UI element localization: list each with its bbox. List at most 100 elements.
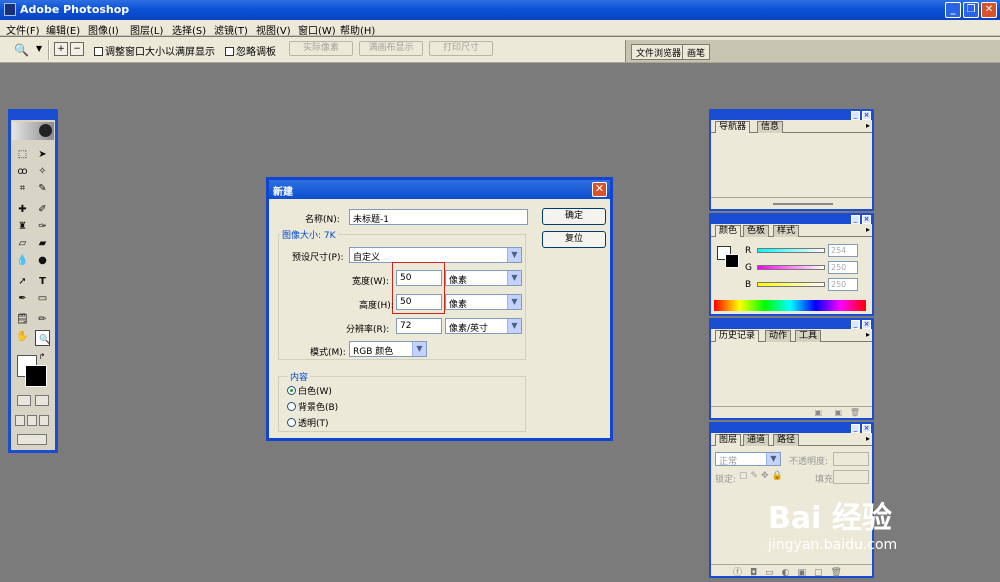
panel-titlebar[interactable]: _ × (711, 215, 872, 224)
shape-tool-icon[interactable]: ▭ (35, 292, 50, 306)
hand-tool-icon[interactable]: ✋ (15, 330, 30, 344)
new-document-icon[interactable]: ▣ (814, 408, 822, 417)
panel-close-icon[interactable]: × (862, 424, 871, 433)
trash-icon[interactable]: 🗑 (850, 408, 860, 417)
menu-select[interactable]: 选择(S) (172, 22, 206, 37)
ignore-palettes-checkbox[interactable]: 忽略调板 (225, 43, 276, 58)
preset-select[interactable]: 自定义 ▼ (349, 247, 522, 263)
menu-image[interactable]: 图像(I) (88, 22, 119, 37)
healing-brush-tool-icon[interactable]: ✚ (15, 203, 30, 217)
tab-tool-presets[interactable]: 工具 (795, 330, 822, 342)
tool-preset-dropdown-icon[interactable]: ▼ (36, 44, 42, 53)
history-brush-tool-icon[interactable]: ✑ (35, 220, 50, 234)
tab-brushes[interactable]: 画笔 (682, 44, 711, 60)
panel-close-icon[interactable]: × (862, 111, 871, 120)
panel-minimize-icon[interactable]: _ (851, 215, 860, 224)
panel-titlebar[interactable]: _ × (711, 424, 872, 433)
resize-windows-checkbox[interactable]: 调整窗口大小以满屏显示 (94, 43, 215, 58)
fit-on-screen-button[interactable]: 满画布显示 (359, 41, 423, 56)
gradient-tool-icon[interactable]: ▰ (35, 237, 50, 251)
standard-screen-icon[interactable] (15, 415, 25, 426)
panel-minimize-icon[interactable]: _ (851, 320, 860, 329)
dialog-titlebar[interactable]: 新建 ✕ (269, 180, 610, 199)
height-input[interactable]: 50 (396, 294, 442, 310)
panel-menu-icon[interactable]: ▸ (866, 330, 870, 339)
color-spectrum-bar[interactable] (714, 300, 866, 311)
channel-r-slider[interactable] (757, 248, 825, 253)
fill-field[interactable] (833, 470, 869, 484)
zoom-tool-icon[interactable]: 🔍 (35, 330, 50, 346)
notes-tool-icon[interactable]: 🗒 (15, 313, 30, 327)
zoom-out-button[interactable]: − (70, 42, 84, 56)
zoom-in-button[interactable]: + (54, 42, 68, 56)
menu-file[interactable]: 文件(F) (6, 22, 40, 37)
menu-edit[interactable]: 编辑(E) (46, 22, 80, 37)
eyedropper-tool-icon[interactable]: ✏ (35, 313, 50, 327)
opacity-field[interactable] (833, 452, 869, 466)
channel-r-value[interactable]: 254 (828, 244, 858, 257)
toolbox-titlebar[interactable] (11, 112, 55, 120)
menu-help[interactable]: 帮助(H) (340, 22, 375, 37)
tab-file-browser[interactable]: 文件浏览器 (631, 44, 687, 60)
menu-view[interactable]: 视图(V) (256, 22, 291, 37)
marquee-tool-icon[interactable]: ⬚ (15, 148, 30, 162)
contents-background-radio[interactable]: 背景色(B) (287, 400, 338, 413)
panel-menu-icon[interactable]: ▸ (866, 225, 870, 234)
eraser-tool-icon[interactable]: ▱ (15, 237, 30, 251)
restore-button[interactable]: ❐ (963, 2, 979, 18)
channel-g-slider[interactable] (757, 265, 825, 270)
tab-styles[interactable]: 样式 (773, 225, 800, 237)
navigator-zoom-slider[interactable] (711, 197, 872, 209)
slice-tool-icon[interactable]: ✎ (35, 182, 50, 196)
tab-paths[interactable]: 路径 (773, 434, 800, 446)
type-tool-icon[interactable]: T (35, 275, 50, 289)
bg-color-swatch[interactable] (725, 254, 739, 268)
panel-close-icon[interactable]: × (862, 215, 871, 224)
new-snapshot-icon[interactable]: ▣ (834, 408, 842, 417)
background-color-swatch[interactable] (25, 365, 47, 387)
dodge-tool-icon[interactable]: ● (35, 254, 50, 268)
tab-layers[interactable]: 图层 (715, 434, 742, 446)
pen-tool-icon[interactable]: ✒ (15, 292, 30, 306)
blur-tool-icon[interactable]: 💧 (15, 254, 30, 268)
panel-minimize-icon[interactable]: _ (851, 424, 860, 433)
channel-g-value[interactable]: 250 (828, 261, 858, 274)
panel-menu-icon[interactable]: ▸ (866, 121, 870, 130)
menu-layer[interactable]: 图层(L) (130, 22, 163, 37)
close-button[interactable]: ✕ (981, 2, 997, 18)
lock-options-icons[interactable]: ▢✎✥🔒 (739, 471, 786, 481)
jump-to-imageready-icon[interactable] (17, 434, 47, 445)
full-screen-menu-icon[interactable] (27, 415, 37, 426)
tab-info[interactable]: 信息 (757, 121, 784, 133)
tab-actions[interactable]: 动作 (765, 330, 792, 342)
tab-navigator[interactable]: 导航器 (715, 121, 751, 133)
name-input[interactable]: 未标题-1 (349, 209, 528, 225)
width-unit-select[interactable]: 像素 ▼ (445, 270, 522, 286)
menu-window[interactable]: 窗口(W) (298, 22, 336, 37)
zoom-tool-icon[interactable]: 🔍 (14, 43, 29, 57)
mode-select[interactable]: RGB 颜色 ▼ (349, 341, 427, 357)
reset-button[interactable]: 复位 (542, 231, 606, 248)
menu-filter[interactable]: 滤镜(T) (214, 22, 248, 37)
magic-wand-tool-icon[interactable]: ✧ (35, 165, 50, 179)
lasso-tool-icon[interactable]: ꝏ (15, 165, 30, 179)
height-unit-select[interactable]: 像素 ▼ (445, 294, 522, 310)
crop-tool-icon[interactable]: ⌗ (15, 182, 30, 196)
contents-transparent-radio[interactable]: 透明(T) (287, 416, 329, 429)
channel-b-slider[interactable] (757, 282, 825, 287)
channel-b-value[interactable]: 250 (828, 278, 858, 291)
move-tool-icon[interactable]: ➤ (35, 148, 50, 162)
clone-stamp-tool-icon[interactable]: ♜ (15, 220, 30, 234)
full-screen-icon[interactable] (39, 415, 49, 426)
photoshop-eye-logo-icon[interactable] (12, 122, 54, 140)
ok-button[interactable]: 确定 (542, 208, 606, 225)
layer-action-icons[interactable]: ⓕ◘▭◐▣▢🗑 (733, 565, 850, 578)
quick-mask-mode-icon[interactable] (35, 395, 49, 406)
print-size-button[interactable]: 打印尺寸 (429, 41, 493, 56)
minimize-button[interactable]: _ (945, 2, 961, 18)
dialog-close-button[interactable]: ✕ (592, 182, 607, 197)
brush-tool-icon[interactable]: ✐ (35, 203, 50, 217)
panel-titlebar[interactable]: _ × (711, 111, 872, 120)
resolution-input[interactable]: 72 (396, 318, 442, 334)
resolution-unit-select[interactable]: 像素/英寸 ▼ (445, 318, 522, 334)
